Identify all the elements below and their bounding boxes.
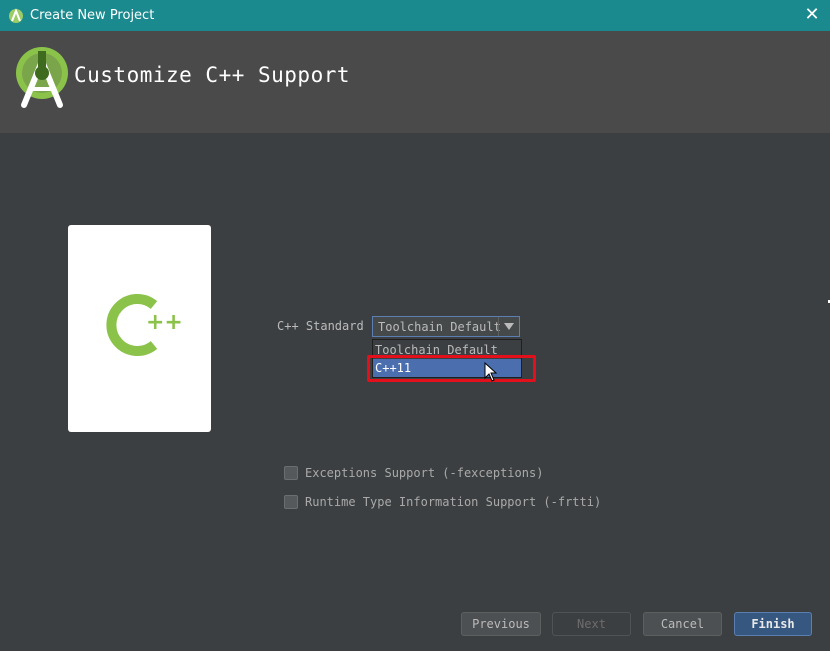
rtti-support-checkbox[interactable] [284,495,298,509]
cpp-logo-text: ++ [146,310,183,335]
page-title: Customize C++ Support [74,63,351,87]
previous-button[interactable]: Previous [461,612,541,636]
finish-button[interactable]: Finish [734,612,812,636]
exceptions-support-label: Exceptions Support (-fexceptions) [305,466,544,480]
android-studio-app-icon [9,7,23,23]
title-bar: Create New Project ✕ [0,0,830,31]
cpp-standard-value: Toolchain Default [378,320,501,334]
cpp-preview-card: ++ [68,225,211,432]
rtti-support-row[interactable]: Runtime Type Information Support (-frtti… [284,495,601,509]
cancel-button[interactable]: Cancel [643,612,722,636]
exceptions-support-checkbox[interactable] [284,466,298,480]
mouse-cursor-icon [484,362,498,382]
android-studio-icon [16,47,68,108]
cpp-standard-dropdown[interactable]: Toolchain Default [372,316,520,337]
annotation-highlight-box [367,355,536,382]
close-icon[interactable]: ✕ [802,5,822,25]
cpp-standard-label: C++ Standard [277,319,364,333]
dropdown-toggle[interactable] [498,317,519,336]
rtti-support-label: Runtime Type Information Support (-frtti… [305,495,602,509]
exceptions-support-row[interactable]: Exceptions Support (-fexceptions) [284,466,543,480]
chevron-down-icon [504,323,514,330]
cpp-logo-icon: ++ [106,294,183,356]
wizard-header: Customize C++ Support [0,31,830,133]
window-title: Create New Project [30,8,155,23]
next-button[interactable]: Next [552,612,631,636]
